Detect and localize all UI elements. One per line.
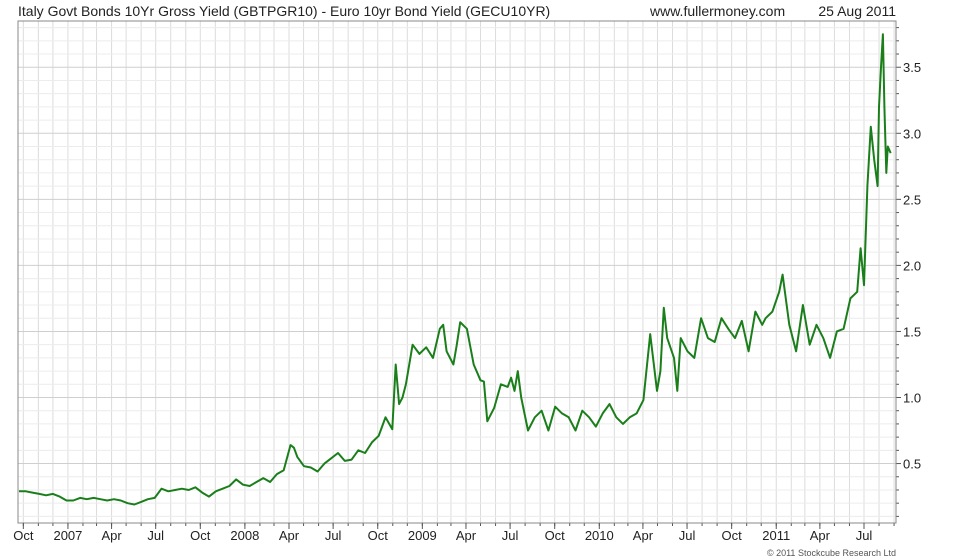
copyright-credit: © 2011 Stockcube Research Ltd [766, 548, 896, 558]
x-tick-label: Jul [679, 528, 696, 543]
x-tick-label: Oct [190, 528, 211, 543]
plot-frame [17, 20, 897, 524]
x-tick-label: Apr [810, 528, 831, 543]
x-tick-label: Jul [147, 528, 164, 543]
x-tick-label: Apr [101, 528, 122, 543]
x-tick-label: 2011 [762, 528, 790, 543]
y-tick-label: 1.5 [903, 324, 921, 339]
x-tick-label: Apr [633, 528, 654, 543]
y-tick-label: 2.0 [903, 258, 921, 273]
x-tick-label: Oct [13, 528, 34, 543]
y-tick-label: 3.0 [903, 126, 921, 141]
y-tick-label: 2.5 [903, 192, 921, 207]
y-tick-label: 0.5 [903, 457, 921, 472]
x-tick-label: 2009 [408, 528, 437, 543]
x-tick-label: Apr [456, 528, 477, 543]
x-tick-label: Jul [325, 528, 342, 543]
x-tick-label: 2010 [585, 528, 614, 543]
y-tick-label: 1.0 [903, 391, 921, 406]
series-line [19, 33, 892, 506]
x-tick-label: Oct [368, 528, 389, 543]
x-tick-label: Jul [856, 528, 873, 543]
x-tick-label: Oct [545, 528, 566, 543]
x-tick-label: Oct [722, 528, 743, 543]
x-tick-label: Apr [279, 528, 300, 543]
line-chart: 0.5 1.0 1.5 2.0 2.5 3.0 3.5 Oct 2007 Apr Jul Oct 200… [13, 20, 921, 543]
x-tick-label: 2007 [53, 528, 82, 543]
x-tick-label: 2008 [230, 528, 259, 543]
y-tick-label: 3.5 [903, 60, 921, 75]
x-tick-label: Jul [502, 528, 519, 543]
